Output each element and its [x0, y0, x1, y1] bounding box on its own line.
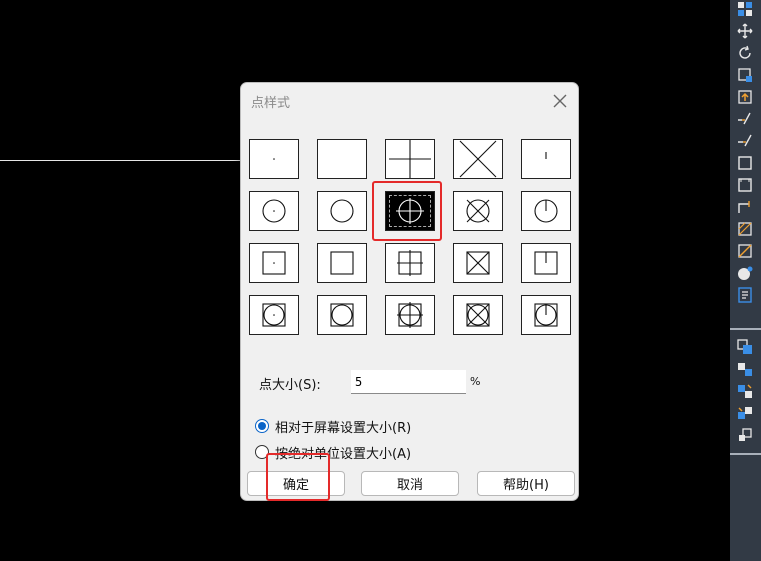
cancel-button[interactable]: 取消: [361, 471, 459, 496]
rect-icon[interactable]: [735, 154, 755, 172]
close-icon: [553, 94, 567, 108]
radio-absolute-row[interactable]: 按绝对单位设置大小(A): [255, 443, 412, 462]
point-style-square-plus[interactable]: [385, 243, 435, 283]
point-style-square-tick[interactable]: [521, 243, 571, 283]
point-style-square-circle-x[interactable]: [453, 295, 503, 335]
ok-button[interactable]: 确定: [247, 471, 345, 496]
point-style-square-circle-tick[interactable]: [521, 295, 571, 335]
point-style-circle-x[interactable]: [453, 191, 503, 231]
point-style-tick[interactable]: [521, 139, 571, 179]
properties-icon[interactable]: [735, 286, 755, 304]
radio-relative[interactable]: [255, 419, 269, 433]
hatch-icon[interactable]: [735, 220, 755, 238]
layers-icon[interactable]: [735, 0, 755, 18]
point-size-unit: %: [470, 375, 481, 388]
point-style-square-circle-dot[interactable]: [249, 295, 299, 335]
point-style-dialog: 点样式 点大小(S): % 相对于屏幕设置大小(R) 按绝对单位设置大小(A) …: [240, 82, 579, 501]
upload-icon[interactable]: [735, 88, 755, 106]
help-button[interactable]: 帮助(H): [477, 471, 575, 496]
point-style-circle-plus[interactable]: [385, 191, 435, 231]
point-style-square-x[interactable]: [453, 243, 503, 283]
corner-icon[interactable]: [735, 198, 755, 216]
copy-icon[interactable]: [735, 338, 755, 356]
sphere-icon[interactable]: [735, 264, 755, 282]
radio-relative-row[interactable]: 相对于屏幕设置大小(R): [255, 417, 412, 436]
trim-icon[interactable]: [735, 132, 755, 150]
radio-relative-label: 相对于屏幕设置大小(R): [275, 420, 412, 436]
radio-absolute[interactable]: [255, 445, 269, 459]
extend-icon[interactable]: [735, 110, 755, 128]
drawing-line: [0, 160, 241, 161]
right-toolbar: [730, 0, 761, 561]
point-style-x[interactable]: [453, 139, 503, 179]
point-style-square-dot[interactable]: [249, 243, 299, 283]
mirror-icon[interactable]: [735, 404, 755, 422]
radio-absolute-label: 按绝对单位设置大小(A): [275, 446, 412, 462]
point-style-dot[interactable]: [249, 139, 299, 179]
point-size-label: 点大小(S):: [259, 378, 321, 393]
rotate-icon[interactable]: [735, 44, 755, 62]
dash-rect-icon[interactable]: [735, 176, 755, 194]
point-style-circle-dot[interactable]: [249, 191, 299, 231]
point-style-circle[interactable]: [317, 191, 367, 231]
point-style-square-circle-plus[interactable]: [385, 295, 435, 335]
explode-icon[interactable]: [735, 426, 755, 444]
scale-icon[interactable]: [735, 66, 755, 84]
point-style-circle-tick[interactable]: [521, 191, 571, 231]
point-style-none[interactable]: [317, 139, 367, 179]
point-style-plus[interactable]: [385, 139, 435, 179]
move-icon[interactable]: [735, 22, 755, 40]
point-size-input[interactable]: [351, 370, 466, 394]
dialog-title: 点样式: [251, 96, 291, 111]
swap-icon[interactable]: [735, 382, 755, 400]
point-style-square-circle[interactable]: [317, 295, 367, 335]
array-icon[interactable]: [735, 360, 755, 378]
point-style-square[interactable]: [317, 243, 367, 283]
hatch2-icon[interactable]: [735, 242, 755, 260]
close-button[interactable]: [548, 90, 572, 112]
